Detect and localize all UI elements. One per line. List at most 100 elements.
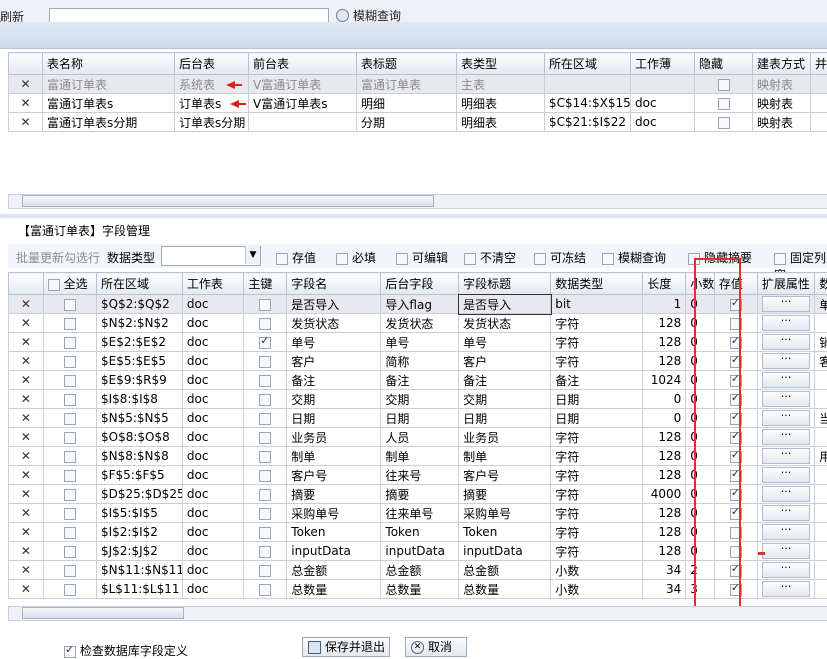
field-title-cell[interactable]: 交期 — [459, 390, 551, 409]
table-title-cell[interactable]: 分期 — [357, 113, 457, 132]
backend-field-cell[interactable]: 制单 — [381, 447, 459, 466]
length-cell[interactable]: 0 — [643, 390, 686, 409]
check-db-checkbox[interactable] — [64, 646, 76, 658]
delete-row-icon[interactable]: ✕ — [9, 580, 44, 599]
ext-attr-cell[interactable]: ··· — [757, 466, 814, 485]
delete-row-icon[interactable]: ✕ — [9, 295, 44, 314]
row-select-checkbox[interactable] — [64, 299, 76, 311]
fields-header-backend[interactable]: 后台字段 — [381, 273, 459, 295]
primary-key-cell[interactable] — [244, 561, 287, 580]
check-db-option[interactable]: 检查数据库字段定义 — [64, 642, 188, 659]
data-type-cell[interactable]: 日期 — [551, 390, 643, 409]
field-sheet-cell[interactable]: doc — [182, 561, 243, 580]
field-name-cell[interactable]: 是否导入 — [287, 295, 381, 314]
data-type-cell[interactable]: 日期 — [551, 409, 643, 428]
row-select-checkbox[interactable] — [64, 489, 76, 501]
row-select-checkbox[interactable] — [64, 470, 76, 482]
filter-option-checkbox[interactable] — [774, 253, 786, 265]
field-sheet-cell[interactable]: doc — [182, 352, 243, 371]
ext-attr-button[interactable]: ··· — [762, 581, 810, 597]
delete-row-icon[interactable]: ✕ — [9, 409, 44, 428]
backend-field-cell[interactable]: 人员 — [381, 428, 459, 447]
field-title-cell[interactable]: Token — [459, 523, 551, 542]
ext-attr-cell[interactable]: ··· — [757, 504, 814, 523]
field-title-cell[interactable]: 备注 — [459, 371, 551, 390]
fields-header-dtype[interactable]: 数据类型 — [551, 273, 643, 295]
field-name-cell[interactable]: 交期 — [287, 390, 381, 409]
field-name-cell[interactable]: 采购单号 — [287, 504, 381, 523]
row-select-checkbox[interactable] — [64, 318, 76, 330]
extra-cell[interactable] — [811, 94, 827, 113]
delete-row-icon[interactable]: ✕ — [9, 466, 44, 485]
length-cell[interactable]: 1024 — [643, 371, 686, 390]
backend-table-cell[interactable]: 订单表s分期 — [175, 113, 249, 132]
tables-header-type[interactable]: 表类型 — [457, 53, 545, 75]
delete-row-icon[interactable]: ✕ — [9, 113, 43, 132]
field-name-cell[interactable]: 单号 — [287, 333, 381, 352]
delete-row-icon[interactable]: ✕ — [9, 75, 43, 94]
field-name-cell[interactable]: 备注 — [287, 371, 381, 390]
primary-key-checkbox[interactable] — [259, 565, 271, 577]
primary-key-checkbox[interactable] — [259, 375, 271, 387]
primary-key-checkbox[interactable] — [259, 299, 271, 311]
field-range-cell[interactable]: $N$8:$N$8 — [96, 447, 182, 466]
field-range-cell[interactable]: $N$11:$N$11 — [96, 561, 182, 580]
length-cell[interactable]: 0 — [643, 409, 686, 428]
primary-key-cell[interactable] — [244, 447, 287, 466]
length-cell[interactable]: 128 — [643, 466, 686, 485]
tables-header-title[interactable]: 表标题 — [357, 53, 457, 75]
field-title-cell[interactable]: 总金额 — [459, 561, 551, 580]
ext-attr-button[interactable]: ··· — [762, 410, 810, 426]
field-title-cell[interactable]: 发货状态 — [459, 314, 551, 333]
ext-attr-cell[interactable]: ··· — [757, 409, 814, 428]
primary-key-cell[interactable] — [244, 333, 287, 352]
delete-row-icon[interactable]: ✕ — [9, 504, 44, 523]
field-name-cell[interactable]: inputData — [287, 542, 381, 561]
field-title-cell[interactable]: inputData — [459, 542, 551, 561]
primary-key-checkbox[interactable] — [259, 451, 271, 463]
backend-field-cell[interactable]: 摘要 — [381, 485, 459, 504]
cancel-button[interactable]: ✕ 取消 — [405, 637, 467, 657]
row-select-checkbox[interactable] — [64, 375, 76, 387]
data-type-cell[interactable]: 小数 — [551, 561, 643, 580]
field-name-cell[interactable]: 客户 — [287, 352, 381, 371]
field-title-cell[interactable]: 客户 — [459, 352, 551, 371]
table-title-cell[interactable]: 富通订单表 — [357, 75, 457, 94]
field-range-cell[interactable]: $O$8:$O$8 — [96, 428, 182, 447]
data-source-cell[interactable] — [815, 523, 827, 542]
data-type-cell[interactable]: 字符 — [551, 542, 643, 561]
field-name-cell[interactable]: 总金额 — [287, 561, 381, 580]
data-type-cell[interactable]: bit — [551, 295, 643, 314]
ext-attr-button[interactable]: ··· — [762, 334, 810, 350]
row-select-cell[interactable] — [43, 295, 96, 314]
fields-header-range[interactable]: 所在区域 — [96, 273, 182, 295]
ext-attr-button[interactable]: ··· — [762, 562, 810, 578]
table-name-cell[interactable]: 富通订单表s — [43, 94, 175, 113]
length-cell[interactable]: 128 — [643, 352, 686, 371]
select-all-header[interactable]: 全选 — [43, 273, 96, 295]
delete-row-icon[interactable]: ✕ — [9, 561, 44, 580]
save-exit-button[interactable]: 保存并退出 — [302, 637, 390, 657]
ext-attr-cell[interactable]: ··· — [757, 485, 814, 504]
delete-row-icon[interactable]: ✕ — [9, 371, 44, 390]
ext-attr-cell[interactable]: ··· — [757, 333, 814, 352]
table-row[interactable]: ✕富通订单表s订单表sV富通订单表s明细明细表$C$14:$X$15doc映射表 — [9, 94, 827, 113]
row-select-checkbox[interactable] — [64, 565, 76, 577]
ext-attr-cell[interactable]: ··· — [757, 561, 814, 580]
row-select-cell[interactable] — [43, 428, 96, 447]
field-sheet-cell[interactable]: doc — [182, 409, 243, 428]
row-select-checkbox[interactable] — [64, 394, 76, 406]
tables-header-name[interactable]: 表名称 — [43, 53, 175, 75]
table-book-cell[interactable] — [631, 75, 695, 94]
field-sheet-cell[interactable]: doc — [182, 371, 243, 390]
field-title-cell[interactable]: 单号 — [459, 333, 551, 352]
row-select-cell[interactable] — [43, 523, 96, 542]
filter-option[interactable]: 可编辑 — [396, 249, 448, 266]
field-sheet-cell[interactable]: doc — [182, 485, 243, 504]
tables-header-mode[interactable]: 建表方式 — [753, 53, 811, 75]
row-select-checkbox[interactable] — [64, 584, 76, 596]
hidden-checkbox[interactable] — [718, 98, 730, 110]
backend-field-cell[interactable]: 往来单号 — [381, 504, 459, 523]
hidden-checkbox[interactable] — [718, 117, 730, 129]
chevron-down-icon[interactable]: ▼ — [245, 246, 260, 264]
